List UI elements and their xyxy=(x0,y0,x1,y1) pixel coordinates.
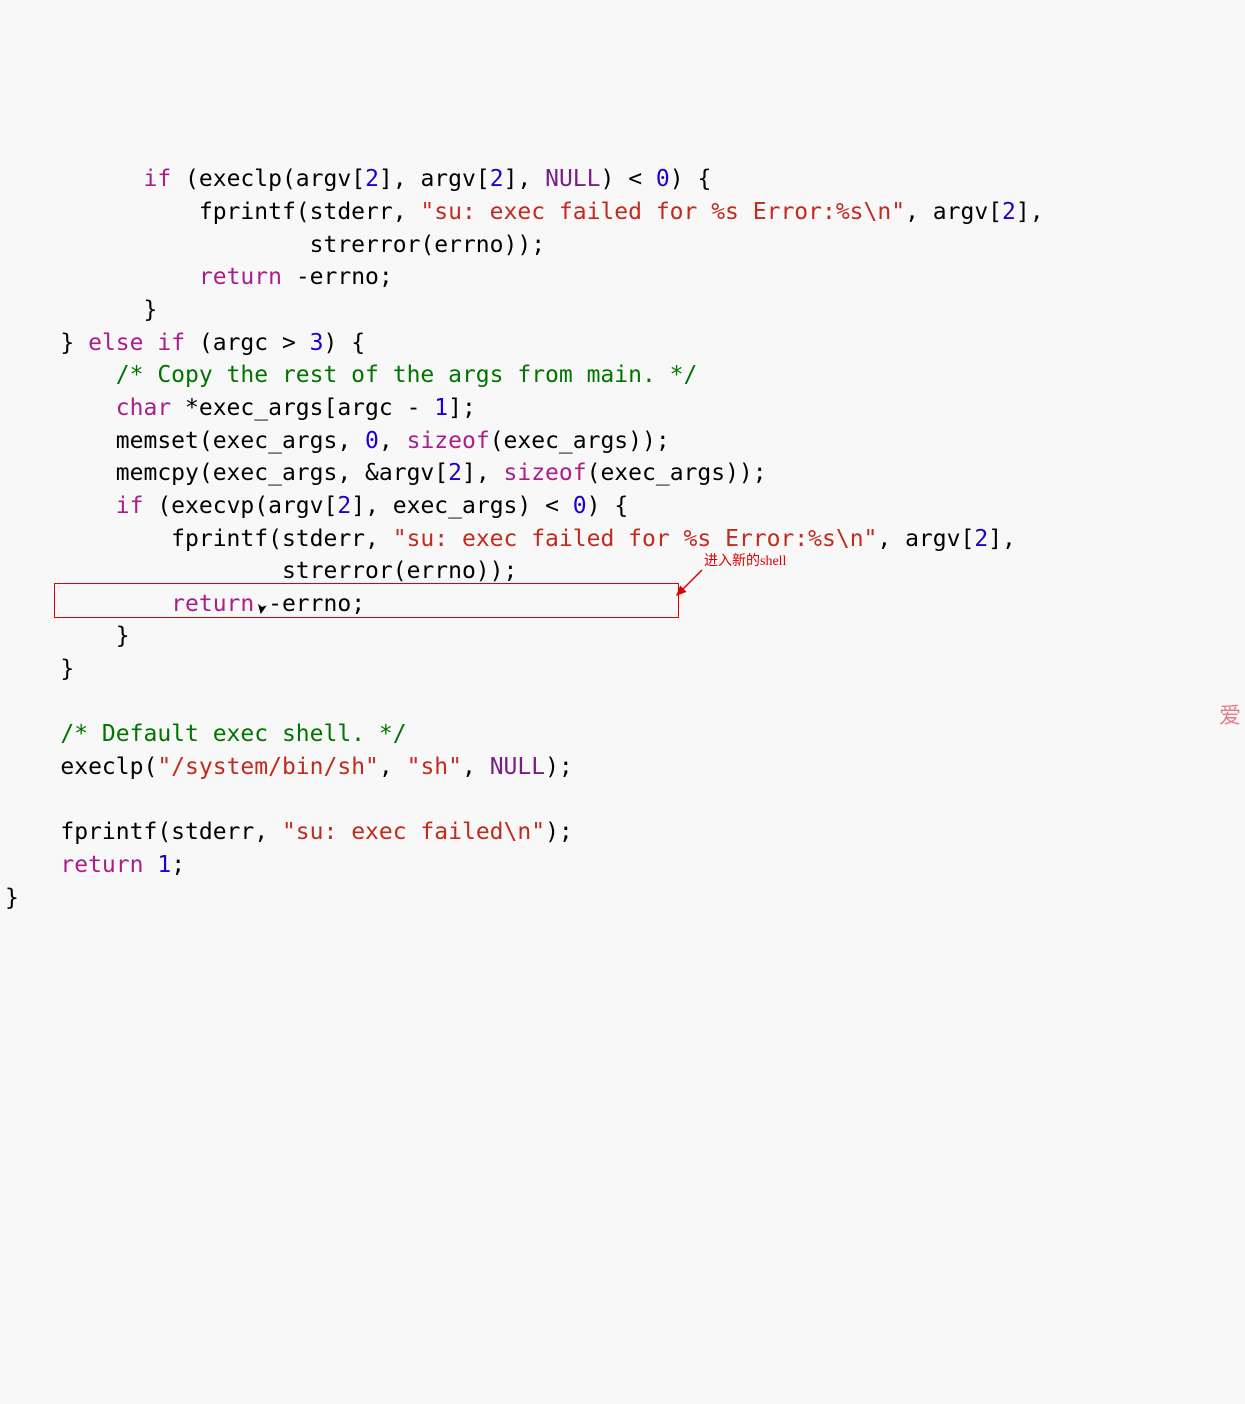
code-line: } xyxy=(5,656,74,682)
code-line: return -errno; xyxy=(5,591,365,617)
annotation-text: 进入新的shell xyxy=(704,555,786,569)
code-line: } else if (argc > 3) { xyxy=(5,330,365,356)
code-line: /* Copy the rest of the args from main. … xyxy=(5,362,697,388)
code-line: if (execvp(argv[2], exec_args) < 0) { xyxy=(5,493,628,519)
code-line: char *exec_args[argc - 1]; xyxy=(5,395,476,421)
code-line: fprintf(stderr, "su: exec failed for %s … xyxy=(5,199,1044,225)
code-line: return -errno; xyxy=(5,264,393,290)
code-line: strerror(errno)); xyxy=(5,232,545,258)
code-line: return 1; xyxy=(5,852,185,878)
code-line: /* Default exec shell. */ xyxy=(5,721,407,747)
code-line: strerror(errno)); xyxy=(5,558,517,584)
code-line: memset(exec_args, 0, sizeof(exec_args)); xyxy=(5,428,670,454)
code-line: memcpy(exec_args, &argv[2], sizeof(exec_… xyxy=(5,460,767,486)
watermark-icon: 爱 xyxy=(1219,700,1241,731)
code-line: } xyxy=(5,297,157,323)
code-line: fprintf(stderr, "su: exec failed\n"); xyxy=(5,819,573,845)
code-line: } xyxy=(5,885,19,911)
code-line: } xyxy=(5,623,130,649)
code-block: if (execlp(argv[2], argv[2], NULL) < 0) … xyxy=(0,131,1245,915)
code-line: fprintf(stderr, "su: exec failed for %s … xyxy=(5,526,1016,552)
code-line: execlp("/system/bin/sh", "sh", NULL); xyxy=(5,754,573,780)
code-line: if (execlp(argv[2], argv[2], NULL) < 0) … xyxy=(5,166,711,192)
